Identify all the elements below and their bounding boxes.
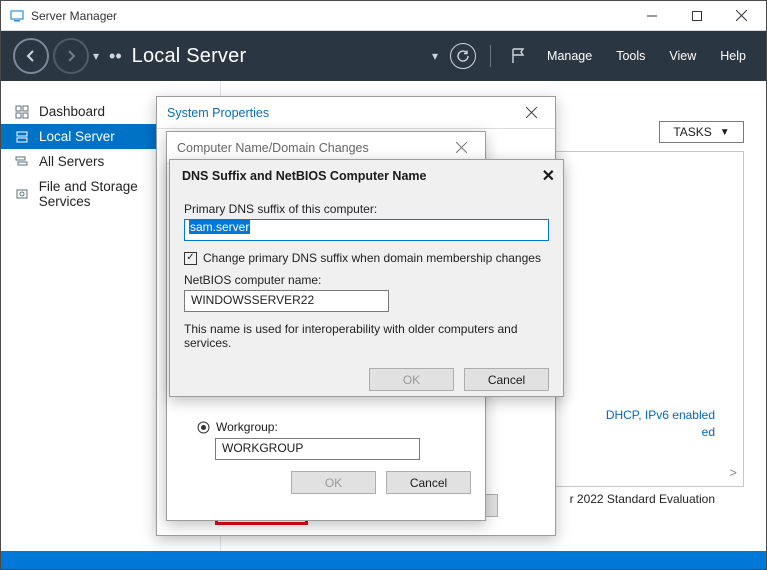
refresh-button[interactable] [450, 43, 476, 69]
header-bar: ▾ •• Local Server ▾ Manage Tools View He… [1, 31, 766, 81]
cancel-button[interactable]: Cancel [386, 471, 471, 494]
ip-config-suffix[interactable]: ed [702, 425, 715, 439]
server-manager-icon [9, 8, 25, 24]
breadcrumb-indicator-icon: •• [109, 46, 122, 67]
netbios-note: This name is used for interoperability w… [184, 322, 549, 350]
dialog-close-button[interactable]: ✕ [542, 166, 555, 186]
primary-suffix-value: sam.server [189, 220, 250, 234]
taskbar [1, 551, 766, 569]
dns-suffix-dialog: DNS Suffix and NetBIOS Computer Name ✕ P… [169, 159, 564, 397]
servers-icon [15, 155, 31, 169]
ok-button[interactable]: OK [369, 368, 454, 391]
nav-forward-button[interactable] [53, 38, 89, 74]
header-right-controls: ▾ Manage Tools View Help [432, 43, 754, 69]
server-icon [15, 130, 31, 144]
netbios-label: NetBIOS computer name: [184, 273, 549, 287]
workgroup-label: Workgroup: [216, 420, 278, 434]
dialog-titlebar: DNS Suffix and NetBIOS Computer Name ✕ [170, 160, 563, 192]
refresh-icon [456, 49, 470, 63]
maximize-button[interactable] [674, 1, 719, 30]
scroll-right-icon[interactable]: > [729, 465, 737, 480]
minimize-button[interactable] [629, 1, 674, 30]
separator [490, 45, 491, 67]
os-edition-text: r 2022 Standard Evaluation [570, 492, 715, 506]
nav-back-button[interactable] [13, 38, 49, 74]
tasks-label: TASKS [673, 125, 711, 139]
nav-history-dropdown[interactable]: ▾ [93, 49, 99, 63]
menu-tools[interactable]: Tools [608, 45, 653, 67]
close-button[interactable] [719, 1, 764, 30]
netbios-name-field: WINDOWSSERVER22 [184, 290, 389, 312]
sidebar-item-label: Dashboard [39, 104, 105, 119]
chevron-down-icon: ▼ [720, 127, 730, 138]
dialog-body: Primary DNS suffix of this computer: sam… [170, 192, 563, 358]
checkbox-checked-icon: ✓ [184, 252, 197, 265]
page-title: Local Server [132, 45, 432, 68]
change-suffix-checkbox[interactable]: ✓ Change primary DNS suffix when domain … [184, 251, 549, 265]
server-manager-window: Server Manager ▾ •• Local Server ▾ Manag… [0, 0, 767, 570]
tasks-dropdown[interactable]: TASKS ▼ [659, 121, 744, 143]
window-controls [629, 1, 764, 30]
workgroup-radio[interactable]: Workgroup: [197, 420, 463, 434]
ip-config-link[interactable]: DHCP, IPv6 enabled [606, 408, 715, 422]
notifications-flag-icon[interactable] [505, 43, 531, 69]
app-title: Server Manager [31, 9, 629, 23]
primary-suffix-label: Primary DNS suffix of this computer: [184, 202, 549, 216]
dashboard-icon [15, 105, 31, 119]
menu-manage[interactable]: Manage [539, 45, 600, 67]
menu-view[interactable]: View [661, 45, 704, 67]
scope-dropdown[interactable]: ▾ [432, 49, 438, 63]
dialog-close-button[interactable] [517, 101, 545, 125]
sidebar-item-label: All Servers [39, 154, 104, 169]
dialog-title: Computer Name/Domain Changes [177, 141, 369, 155]
dialog-titlebar: System Properties [157, 97, 555, 129]
primary-suffix-input[interactable]: sam.server [184, 219, 549, 241]
dialog-close-button[interactable] [447, 136, 475, 160]
checkbox-label: Change primary DNS suffix when domain me… [203, 251, 541, 265]
workgroup-input[interactable]: WORKGROUP [215, 438, 420, 460]
ok-button[interactable]: OK [291, 471, 376, 494]
menu-help[interactable]: Help [712, 45, 754, 67]
cancel-button[interactable]: Cancel [464, 368, 549, 391]
dialog-title: DNS Suffix and NetBIOS Computer Name [182, 169, 426, 183]
titlebar: Server Manager [1, 1, 766, 31]
dialog-title: System Properties [167, 106, 269, 120]
storage-icon [15, 187, 31, 201]
sidebar-item-label: Local Server [39, 129, 115, 144]
radio-selected-icon [197, 421, 210, 434]
